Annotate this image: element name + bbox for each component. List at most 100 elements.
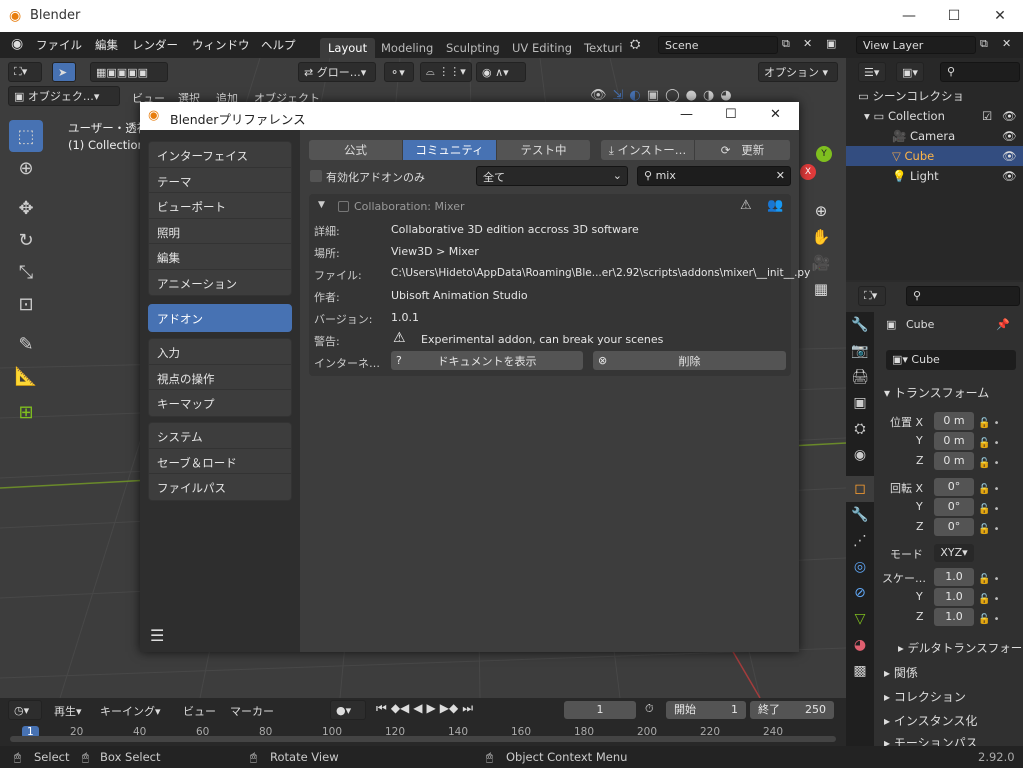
display-mode-button[interactable]: ▣▾: [896, 62, 924, 82]
rotation-z-field[interactable]: 0°: [934, 518, 974, 536]
workspace-tab-sculpting[interactable]: Sculpting: [438, 38, 508, 58]
menu-keying[interactable]: キーイング▾: [100, 703, 161, 719]
render-tab-icon[interactable]: 📷: [846, 338, 874, 364]
play-icon[interactable]: ▶: [427, 701, 436, 719]
lock-icon[interactable]: 🔓 •: [978, 520, 1018, 540]
expand-triangle-icon[interactable]: ▼: [318, 200, 325, 210]
eye-icon[interactable]: 👁: [1002, 129, 1017, 143]
prev-keyframe-icon[interactable]: ◆◀: [391, 701, 409, 719]
timer-icon[interactable]: ⏱: [645, 702, 654, 716]
delta-transform-header[interactable]: ▸ デルタトランスフォー: [898, 640, 1022, 656]
outliner-collection[interactable]: ▾ ▭ Collection ☑ 👁: [864, 106, 1020, 126]
menu-view[interactable]: ビュー: [183, 703, 216, 719]
lock-icon[interactable]: 🔓 •: [978, 414, 1018, 434]
documentation-button[interactable]: ? ドキュメントを表示: [391, 351, 583, 370]
sidebar-item-animation[interactable]: アニメーション: [149, 270, 291, 296]
texture-tab-icon[interactable]: ▩: [846, 658, 874, 684]
hamburger-menu-icon[interactable]: ☰: [150, 626, 164, 645]
modifiers-tab-icon[interactable]: 🔧: [846, 502, 874, 528]
pin-icon[interactable]: 📌: [996, 318, 1010, 331]
blender-menu-icon[interactable]: ◉: [11, 36, 23, 52]
menu-file[interactable]: ファイル: [36, 37, 82, 53]
sidebar-item-editing[interactable]: 編集: [149, 244, 291, 270]
end-frame-field[interactable]: 終了 250: [750, 701, 834, 719]
eye-icon[interactable]: 👁: [1002, 169, 1017, 183]
sidebar-item-navigation[interactable]: 視点の操作: [149, 365, 291, 390]
next-keyframe-icon[interactable]: ▶◆: [440, 701, 458, 719]
workspace-tab-modeling[interactable]: Modeling: [373, 38, 441, 58]
particles-tab-icon[interactable]: ⋰: [846, 528, 874, 554]
scale-y-field[interactable]: 1.0: [934, 588, 974, 606]
outliner-search-input[interactable]: ⚲: [940, 62, 1020, 82]
object-name-field[interactable]: ▣▾ Cube: [886, 350, 1016, 370]
lock-icon[interactable]: 🔓 •: [978, 434, 1018, 454]
dialog-minimize-button[interactable]: —: [680, 107, 693, 122]
properties-search-input[interactable]: ⚲: [906, 286, 1020, 306]
move-tool-icon[interactable]: ✥: [9, 192, 43, 224]
jump-start-icon[interactable]: ⏮: [376, 701, 387, 719]
ortho-grid-icon[interactable]: ▦: [814, 280, 828, 298]
select-tool-button[interactable]: ➤: [52, 62, 76, 82]
timeline-editor-type-button[interactable]: ◷▾: [8, 700, 42, 720]
remove-scene-icon[interactable]: ✕: [803, 37, 812, 50]
maximize-button[interactable]: ☐: [931, 0, 977, 32]
outliner-scene-collection[interactable]: ▭ シーンコレクショ: [858, 86, 1018, 106]
editor-type-button[interactable]: ⛶▾: [8, 62, 42, 82]
eye-icon[interactable]: 👁: [1002, 149, 1017, 163]
tab-official[interactable]: 公式: [309, 140, 403, 160]
location-x-field[interactable]: 0 m: [934, 412, 974, 430]
sidebar-item-addons[interactable]: アドオン: [149, 305, 291, 331]
enabled-only-checkbox[interactable]: [310, 170, 322, 182]
sidebar-item-system[interactable]: システム: [149, 423, 291, 449]
output-tab-icon[interactable]: 🖨: [846, 364, 874, 390]
dialog-maximize-button[interactable]: ☐: [725, 107, 737, 122]
jump-end-icon[interactable]: ⏭: [462, 701, 473, 719]
workspace-tab-layout[interactable]: Layout: [320, 38, 376, 58]
eye-icon[interactable]: 👁: [1002, 109, 1017, 123]
sidebar-item-input[interactable]: 入力: [149, 339, 291, 365]
location-z-field[interactable]: 0 m: [934, 452, 974, 470]
object-tab-icon[interactable]: ◻: [846, 476, 874, 502]
sidebar-item-file-paths[interactable]: ファイルパス: [149, 474, 291, 500]
transform-tool-icon[interactable]: ⊡: [9, 288, 43, 320]
cursor-tool-icon[interactable]: ⊕: [9, 152, 43, 184]
section-instancing[interactable]: ▸ インスタンス化: [884, 712, 977, 729]
lock-icon[interactable]: 🔓 •: [978, 610, 1018, 630]
play-reverse-icon[interactable]: ◀: [413, 701, 422, 719]
scale-tool-icon[interactable]: ⤡: [9, 256, 43, 288]
y-axis-gizmo-icon[interactable]: Y: [816, 146, 832, 162]
outliner-editor-type-button[interactable]: ☰▾: [858, 62, 886, 82]
clear-search-icon[interactable]: ✕: [776, 169, 785, 182]
view-layer-tab-icon[interactable]: ▣: [846, 390, 874, 416]
pivot-point-button[interactable]: ⚬▾: [384, 62, 414, 82]
start-frame-field[interactable]: 開始 1: [666, 701, 746, 719]
scale-x-field[interactable]: 1.0: [934, 568, 974, 586]
auto-keying-button[interactable]: ●▾: [330, 700, 366, 720]
scene-field[interactable]: Scene: [658, 36, 778, 54]
section-collections[interactable]: ▸ コレクション: [884, 688, 966, 705]
sidebar-item-themes[interactable]: テーマ: [149, 168, 291, 193]
menu-render[interactable]: レンダー: [132, 37, 178, 53]
remove-button[interactable]: ⊗ 削除: [593, 351, 786, 370]
lock-icon[interactable]: 🔓 •: [978, 590, 1018, 610]
select-box-tool-icon[interactable]: ⬚: [9, 120, 43, 152]
mode-dropdown[interactable]: ▣ オブジェク… ▾: [8, 86, 120, 106]
location-y-field[interactable]: 0 m: [934, 432, 974, 450]
new-view-layer-icon[interactable]: ⧉: [980, 37, 988, 51]
sidebar-item-keymap[interactable]: キーマップ: [149, 390, 291, 416]
scene-tab-icon[interactable]: ⛭: [846, 416, 874, 442]
sidebar-item-save-load[interactable]: セーブ＆ロード: [149, 449, 291, 474]
menu-window[interactable]: ウィンドウ: [192, 37, 250, 53]
options-dropdown[interactable]: オプション ▾: [758, 62, 838, 82]
lock-icon[interactable]: 🔓 •: [978, 500, 1018, 520]
menu-marker[interactable]: マーカー: [230, 703, 274, 719]
outliner-item-light[interactable]: 💡 Light 👁: [892, 166, 1022, 186]
tab-community[interactable]: コミュニティ: [403, 140, 497, 160]
add-cube-tool-icon[interactable]: ⊞: [9, 396, 43, 428]
addon-enable-checkbox[interactable]: [338, 201, 349, 212]
transform-orientation-dropdown[interactable]: ⇄ グロー… ▾: [298, 62, 376, 82]
scale-z-field[interactable]: 1.0: [934, 608, 974, 626]
sidebar-item-viewport[interactable]: ビューポート: [149, 193, 291, 219]
tab-testing[interactable]: テスト中: [497, 140, 591, 160]
install-button[interactable]: ⤓ インストー…: [601, 140, 695, 160]
